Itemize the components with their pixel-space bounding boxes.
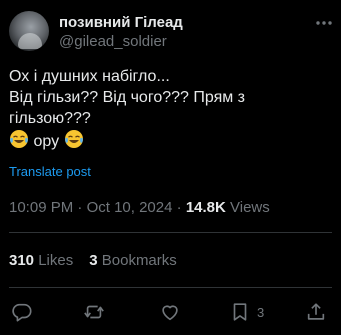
bookmarks-count: 3 [89,252,98,269]
tweet-header: позивний Гілеад @gilead_soldier [9,11,334,55]
bookmarks-stat[interactable]: 3 Bookmarks [89,252,177,269]
like-button[interactable] [159,301,181,323]
divider [9,287,332,288]
reply-icon [11,301,33,323]
divider [9,232,332,233]
action-bar: 3 [9,301,332,325]
repost-button[interactable] [83,301,105,323]
heart-icon [159,301,181,323]
meta-separator: · [77,199,83,216]
likes-stat[interactable]: 310 Likes [9,252,73,269]
tweet-text-line: Від гільзи?? Від чого??? Прям з [9,89,246,106]
likes-label: Likes [38,252,74,269]
meta-separator: · [176,199,182,216]
repost-icon [83,301,105,323]
share-icon [305,301,327,323]
tweet-time[interactable]: 10:09 PM [9,199,73,216]
tweet-text: Ох і душних набігло... Від гільзи?? Від … [9,66,329,152]
engagement-stats: 310 Likes 3 Bookmarks [9,252,177,269]
bookmark-icon [229,301,251,323]
tweet-text-inline: ору [29,133,64,150]
tweet-text-line: гільзою??? [9,110,91,127]
reply-button[interactable] [11,301,33,323]
likes-count: 310 [9,252,35,269]
bookmarks-label: Bookmarks [101,252,177,269]
bookmark-count: 3 [257,304,265,320]
bookmark-button[interactable]: 3 [229,301,264,323]
translate-post-link[interactable]: Translate post [9,164,91,179]
more-options-icon[interactable] [314,13,334,33]
avatar[interactable] [9,11,49,51]
face-with-tears-of-joy-icon [9,129,29,149]
author-display-name[interactable]: позивний Гілеад [59,14,183,31]
tweet-text-line: Ох і душних набігло... [9,68,170,85]
tweet-meta: 10:09 PM · Oct 10, 2024 · 14.8K Views [9,199,270,216]
views-label: Views [230,199,270,216]
views-count: 14.8K [185,199,226,216]
share-button[interactable] [305,301,327,323]
face-with-tears-of-joy-icon [64,129,84,149]
author-handle[interactable]: @gilead_soldier [59,33,167,50]
tweet-date[interactable]: Oct 10, 2024 [87,199,173,216]
tweet-text-line: ору [9,129,329,152]
